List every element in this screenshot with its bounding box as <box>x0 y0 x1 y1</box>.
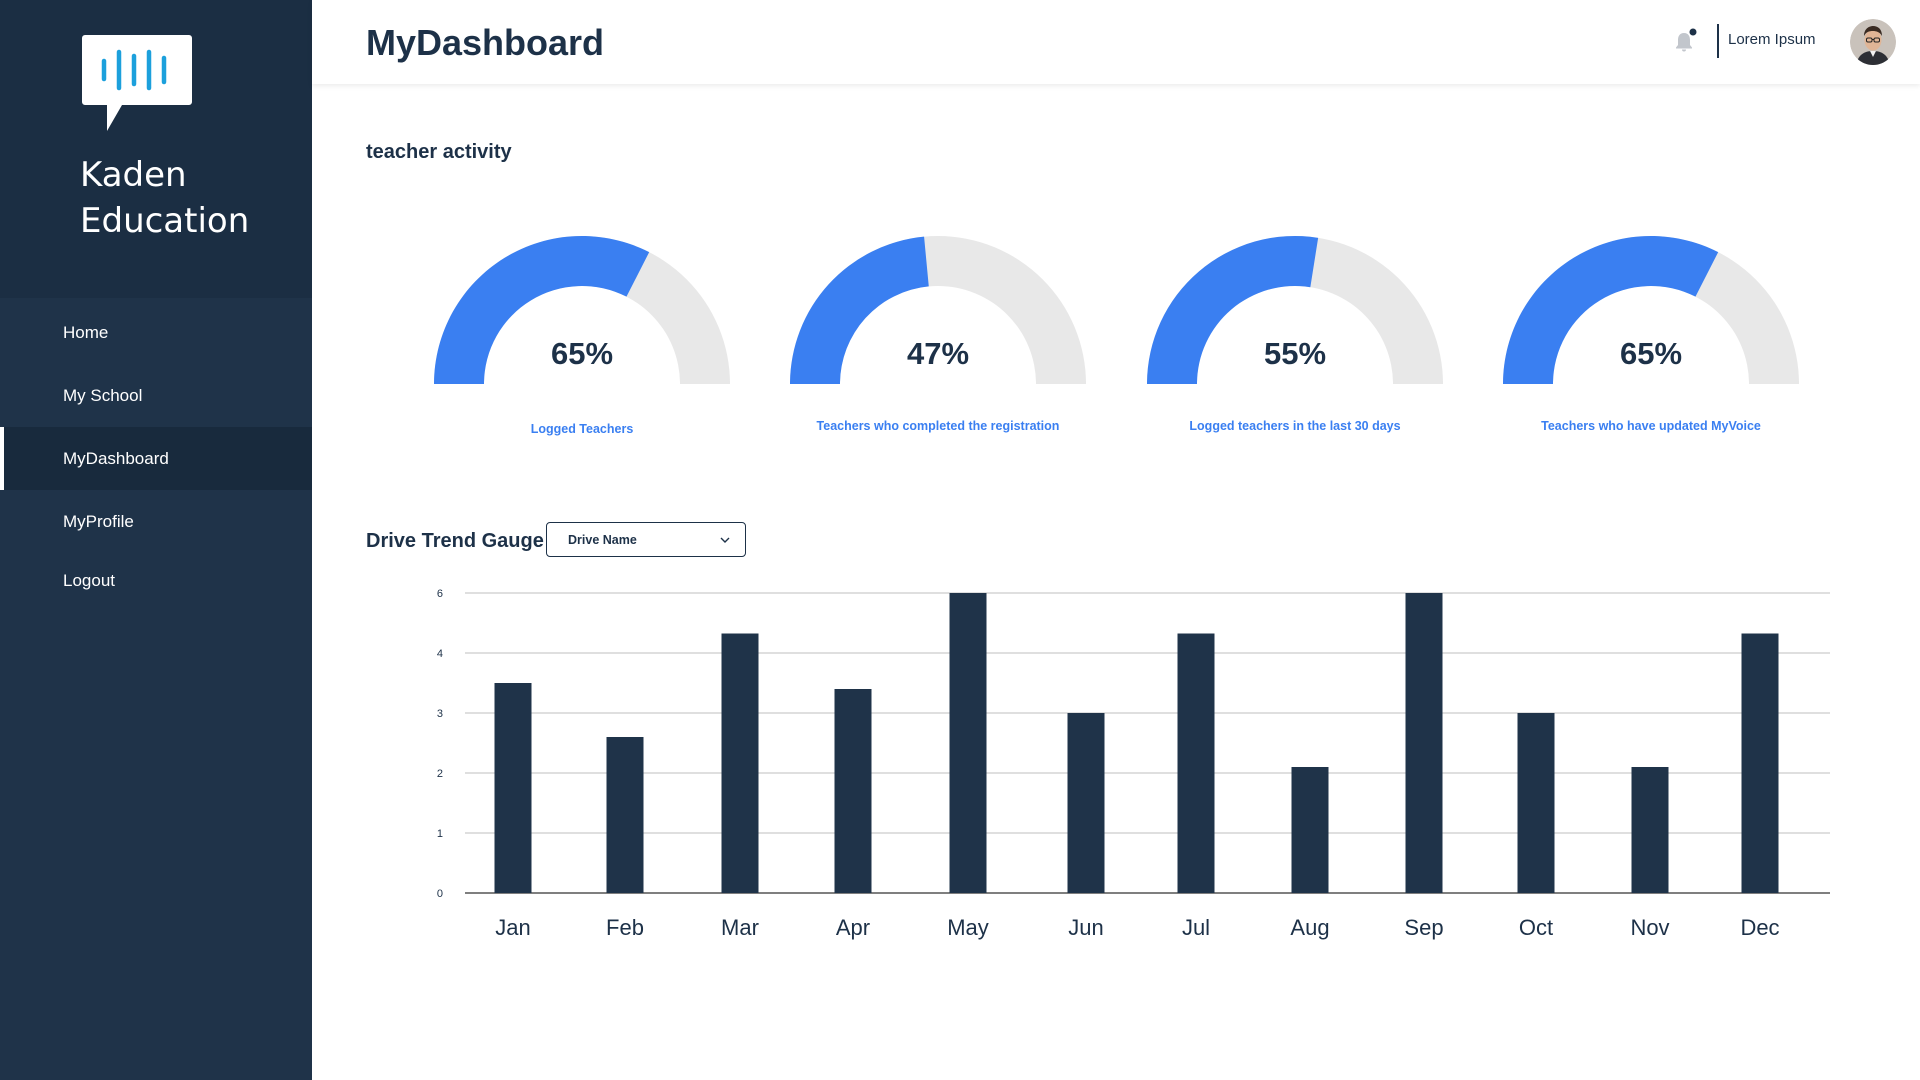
x-tick-label: Feb <box>606 915 644 940</box>
sidebar-item-logout[interactable]: Logout <box>0 553 312 609</box>
sidebar-nav: Home My School MyDashboard MyProfile Log… <box>0 301 312 609</box>
bar-may <box>949 593 987 893</box>
gauge-label: Teachers who have updated MyVoice <box>1541 419 1761 433</box>
x-tick-label: Jun <box>1068 915 1103 940</box>
sidebar-item-label: MyProfile <box>63 511 134 531</box>
x-tick-label: Aug <box>1290 915 1329 940</box>
y-tick-label: 0 <box>437 888 443 900</box>
drive-name-dropdown[interactable]: Drive Name <box>546 522 746 557</box>
teacher-activity-title: teacher activity <box>366 141 512 163</box>
y-tick-label: 1 <box>437 828 443 840</box>
gauge-logged-teachers: 65% Logged Teachers <box>432 232 732 436</box>
x-tick-label: Dec <box>1740 915 1779 940</box>
bar-feb <box>606 737 644 893</box>
y-tick-label: 3 <box>437 708 443 720</box>
y-tick-label: 4 <box>437 648 443 660</box>
gauge-logged-last-30-days: 55% Logged teachers in the last 30 days <box>1145 232 1445 433</box>
y-tick-label: 6 <box>437 588 443 600</box>
logo-icon <box>82 35 192 131</box>
bar-sep <box>1405 593 1443 893</box>
drive-trend-title: Drive Trend Gauge <box>366 530 544 552</box>
sidebar-item-label: Home <box>63 322 109 342</box>
sidebar-item-label: MyDashboard <box>63 448 169 468</box>
sidebar-item-mydashboard[interactable]: MyDashboard <box>0 427 312 490</box>
sidebar: Kaden Education Home My School MyDashboa… <box>0 0 312 1080</box>
gauge-value: 47% <box>906 336 970 371</box>
dropdown-selected-value: Drive Name <box>568 533 637 547</box>
gauge-value: 65% <box>550 336 614 371</box>
gauge-value: 65% <box>1619 336 1683 371</box>
y-tick-label: 2 <box>437 768 443 780</box>
brand-name: Kaden Education <box>80 155 250 241</box>
gauge-label: Logged teachers in the last 30 days <box>1189 419 1401 433</box>
bar-jun <box>1067 713 1105 893</box>
page-title: MyDashboard <box>366 22 605 63</box>
avatar[interactable] <box>1850 19 1896 65</box>
bar-dec <box>1741 633 1779 893</box>
x-tick-label: Apr <box>836 915 870 940</box>
bar-oct <box>1517 713 1555 893</box>
x-tick-label: Oct <box>1519 915 1553 940</box>
bar-jan <box>494 683 532 893</box>
bell-icon[interactable] <box>1672 28 1698 54</box>
user-name[interactable]: Lorem Ipsum <box>1728 31 1816 48</box>
x-tick-label: Jul <box>1182 915 1210 940</box>
gauge-completed-registration: 47% Teachers who completed the registrat… <box>788 232 1088 433</box>
x-tick-label: Sep <box>1404 915 1443 940</box>
gauge-updated-myvoice: 65% Teachers who have updated MyVoice <box>1501 232 1801 433</box>
sidebar-item-home[interactable]: Home <box>0 301 312 364</box>
bar-apr <box>834 689 872 893</box>
x-tick-label: May <box>947 915 989 940</box>
sidebar-item-myprofile[interactable]: MyProfile <box>0 490 312 553</box>
x-tick-label: Jan <box>495 915 530 940</box>
sidebar-item-my-school[interactable]: My School <box>0 364 312 427</box>
gauge-label: Teachers who completed the registration <box>816 419 1060 433</box>
drive-trend-chart: 0 1 2 3 4 6 Jan Feb Mar Apr May Jun Jul Aug Sep Oct Nov D… <box>437 588 1830 940</box>
sidebar-item-label: Logout <box>63 571 115 590</box>
top-header: MyDashboard Lorem Ipsum <box>312 0 1920 84</box>
brand-block: Kaden Education <box>0 0 312 298</box>
bar-mar <box>721 633 759 893</box>
bar-jul <box>1177 633 1215 893</box>
bar-aug <box>1291 767 1329 893</box>
x-tick-label: Nov <box>1630 915 1669 940</box>
notification-dot <box>1689 28 1697 36</box>
x-tick-label: Mar <box>721 915 759 940</box>
bar-nov <box>1631 767 1669 893</box>
header-divider <box>1717 24 1719 58</box>
gauge-label: Logged Teachers <box>530 422 634 436</box>
sidebar-item-label: My School <box>63 385 143 405</box>
chevron-down-icon <box>720 537 730 543</box>
gauge-value: 55% <box>1263 336 1327 371</box>
